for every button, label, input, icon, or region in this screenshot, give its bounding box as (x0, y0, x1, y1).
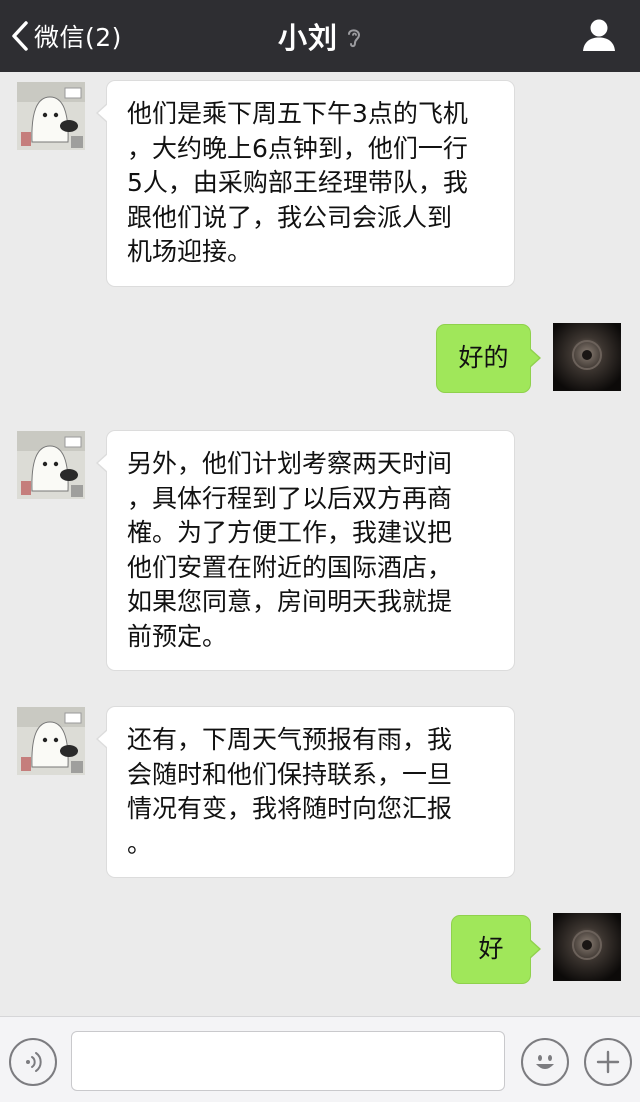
my-avatar[interactable] (553, 913, 621, 981)
message-line: 好的 (458, 343, 509, 373)
message-line: 跟他们说了，我公司会派人到 (127, 202, 453, 232)
message-line: 如果您同意，房间明天我就提 (127, 587, 453, 616)
message-bubble-outgoing[interactable]: 好的 (436, 324, 541, 393)
earpiece-mode-icon (348, 29, 361, 48)
input-bar (0, 1016, 640, 1102)
my-avatar[interactable] (553, 323, 621, 391)
chevron-left-icon (12, 21, 28, 51)
message-line: 他们安置在附近的国际酒店， (127, 552, 453, 582)
message-line: 。 (127, 828, 153, 858)
message-line: ，具体行程到了以后双方再商 (127, 483, 453, 513)
contact-avatar[interactable] (17, 431, 85, 499)
message-line: 另外，他们计划考察两天时间 (127, 449, 453, 478)
message-input[interactable] (71, 1031, 505, 1091)
back-label: 微信(2) (34, 23, 122, 52)
message-bubble-incoming[interactable]: 还有，下周天气预报有雨，我 会随时和他们保持联系，一旦 情况有变，我将随时向您汇… (96, 706, 515, 878)
profile-button[interactable] (580, 16, 618, 54)
chat-title: 小刘 (277, 21, 338, 55)
message-line: ，大约晚上6点钟到，他们一行 (127, 133, 468, 163)
message-bubble-outgoing[interactable]: 好 (451, 915, 541, 984)
message-line: 前预定。 (127, 621, 228, 651)
nav-header: 微信(2) 小刘 (0, 0, 640, 72)
person-icon (583, 19, 615, 51)
contact-avatar[interactable] (17, 82, 85, 150)
chat-screen: 微信(2) 小刘 他们是乘下周五下午3点的飞机 ，大约晚上6点钟到，他们一行 5… (0, 0, 640, 1102)
emoji-icon (536, 1055, 554, 1069)
back-button[interactable]: 微信(2) (10, 14, 122, 58)
contact-avatar[interactable] (17, 707, 85, 775)
message-line: 会随时和他们保持联系，一旦 (127, 759, 453, 789)
message-line: 5人，由采购部王经理带队，我 (127, 168, 468, 197)
voice-icon (26, 1052, 42, 1072)
message-line: 他们是乘下周五下午3点的飞机 (127, 99, 468, 128)
message-line: 机场迎接。 (127, 237, 253, 266)
message-bubble-incoming[interactable]: 另外，他们计划考察两天时间 ，具体行程到了以后双方再商 榷。为了方便工作，我建议… (96, 430, 515, 671)
emoji-button[interactable] (521, 1038, 569, 1086)
message-line: 还有，下周天气预报有雨，我 (127, 725, 453, 754)
message-line: 好 (478, 934, 504, 964)
plus-button[interactable] (584, 1038, 632, 1086)
voice-button[interactable] (9, 1038, 57, 1086)
message-bubble-incoming[interactable]: 他们是乘下周五下午3点的飞机 ，大约晚上6点钟到，他们一行 5人，由采购部王经理… (96, 80, 515, 287)
message-line: 榷。为了方便工作，我建议把 (127, 518, 453, 547)
plus-icon (596, 1050, 620, 1074)
message-line: 情况有变，我将随时向您汇报 (127, 794, 453, 823)
